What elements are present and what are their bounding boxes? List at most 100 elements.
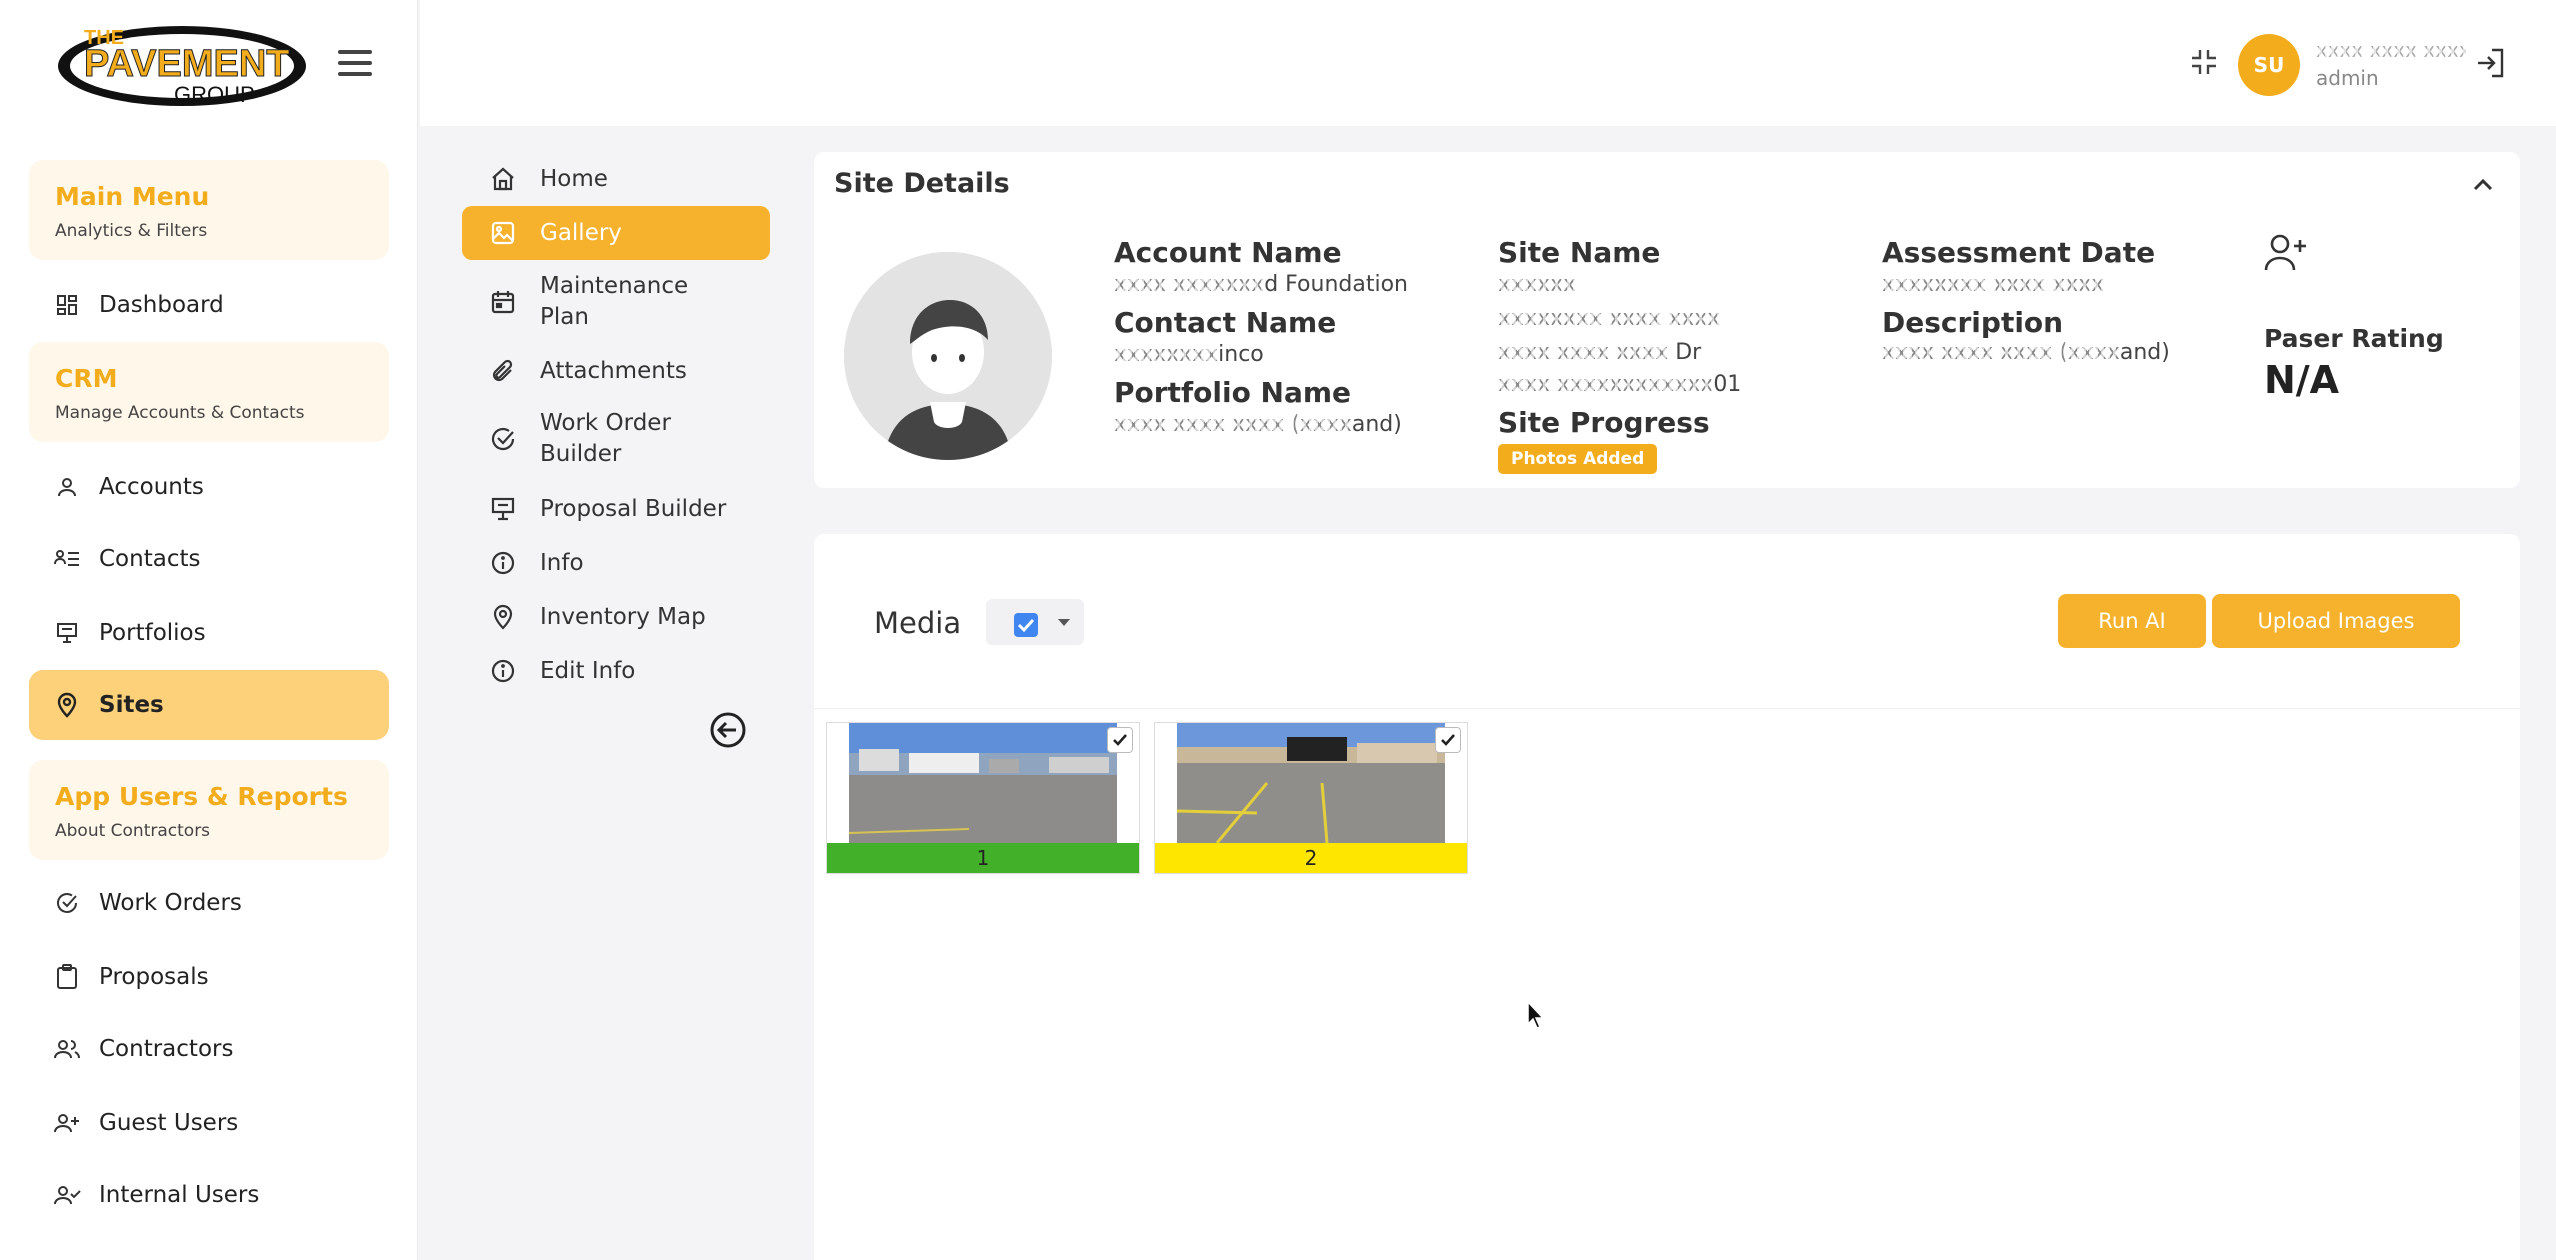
contact-name-value: xxxxxxxxinco bbox=[1114, 342, 1264, 367]
gallery-image-card[interactable]: 2 bbox=[1154, 722, 1468, 874]
submenu-item-label: Work Order Builder bbox=[540, 410, 671, 467]
sidebar-header: THE PAVEMENT GROUP bbox=[0, 0, 417, 126]
site-name-line: xxxxxxxx xxxx xxxx bbox=[1498, 306, 1721, 331]
section-main-menu: Main Menu Analytics & Filters bbox=[29, 160, 389, 260]
submenu-item-gallery[interactable]: Gallery bbox=[462, 206, 770, 260]
mouse-cursor-icon bbox=[1526, 1000, 1546, 1030]
section-app-users: App Users & Reports About Contractors bbox=[29, 760, 389, 860]
submenu-item-label: Edit Info bbox=[540, 657, 636, 684]
paperclip-icon bbox=[488, 356, 518, 386]
assessment-date-value: xxxxxxxx xxxx xxxx bbox=[1882, 272, 2105, 297]
submenu-item-maintenance-plan[interactable]: Maintenance Plan bbox=[462, 266, 770, 338]
gallery-image-card[interactable]: 1 bbox=[826, 722, 1140, 874]
value-suffix: and) bbox=[2119, 340, 2170, 365]
company-logo[interactable]: THE PAVEMENT GROUP bbox=[54, 14, 310, 112]
image-checkbox[interactable] bbox=[1107, 727, 1133, 753]
chevron-down-icon bbox=[1058, 619, 1070, 626]
description-label: Description bbox=[1882, 306, 2064, 339]
sidebar-item-portfolios[interactable]: Portfolios bbox=[29, 598, 389, 668]
run-ai-button[interactable]: Run AI bbox=[2058, 594, 2206, 648]
sidebar-item-guest-users[interactable]: Guest Users bbox=[29, 1088, 389, 1158]
sidebar-item-label: Dashboard bbox=[99, 292, 224, 318]
image-checkbox[interactable] bbox=[1435, 727, 1461, 753]
select-all-dropdown[interactable] bbox=[986, 599, 1084, 645]
select-all-checkbox[interactable] bbox=[1014, 613, 1038, 637]
value-suffix: inco bbox=[1218, 342, 1264, 367]
submenu-item-edit-info[interactable]: Edit Info bbox=[462, 644, 770, 698]
paser-rating-value: N/A bbox=[2264, 358, 2340, 402]
sidebar-item-sites[interactable]: Sites bbox=[29, 670, 389, 740]
sidebar-item-label: Proposals bbox=[99, 964, 209, 990]
avatar[interactable]: SU bbox=[2238, 34, 2300, 96]
submenu-item-attachments[interactable]: Attachments bbox=[462, 344, 770, 398]
value-suffix: Dr bbox=[1668, 340, 1702, 365]
account-name-value: xxxx xxxxxxxd Foundation bbox=[1114, 272, 1408, 297]
sidebar-item-label: Work Orders bbox=[99, 890, 242, 916]
redacted-text: xxxx xxxx xxxx bbox=[1498, 340, 1669, 365]
chevron-up-icon[interactable] bbox=[2468, 170, 2498, 200]
submenu-item-inventory-map[interactable]: Inventory Map bbox=[462, 590, 770, 644]
menu-toggle-icon[interactable] bbox=[338, 50, 372, 76]
card-title: Site Details bbox=[834, 168, 1010, 199]
section-title: Main Menu bbox=[55, 182, 210, 211]
sidebar-item-label: Sites bbox=[99, 692, 164, 718]
submenu-item-home[interactable]: Home bbox=[462, 154, 770, 204]
check-circle-icon bbox=[488, 424, 518, 454]
collapse-submenu-icon[interactable] bbox=[708, 710, 748, 750]
section-title: CRM bbox=[55, 364, 118, 393]
section-crm: CRM Manage Accounts & Contacts bbox=[29, 342, 389, 442]
site-avatar-image bbox=[844, 252, 1052, 460]
add-user-icon[interactable] bbox=[2262, 230, 2308, 276]
sidebar-item-label: Accounts bbox=[99, 474, 204, 500]
sidebar-item-accounts[interactable]: Accounts bbox=[29, 452, 389, 522]
redacted-text: xxxx xxxx xxxx (xxxx bbox=[1114, 412, 1352, 437]
divider bbox=[814, 708, 2520, 709]
value-suffix: d Foundation bbox=[1264, 272, 1408, 297]
sidebar-item-label: Contractors bbox=[99, 1036, 234, 1062]
parking-lot-photo bbox=[849, 723, 1117, 843]
sidebar-item-contacts[interactable]: Contacts bbox=[29, 524, 389, 594]
exit-fullscreen-icon[interactable] bbox=[2188, 46, 2220, 78]
sidebar-item-dashboard[interactable]: Dashboard bbox=[29, 270, 389, 340]
svg-text:GROUP: GROUP bbox=[174, 82, 255, 107]
sidebar-item-proposals[interactable]: Proposals bbox=[29, 942, 389, 1012]
site-details-card: Site Details Account Name xxxx xxxxxxxd … bbox=[814, 152, 2520, 488]
parking-lot-photo bbox=[1177, 723, 1445, 843]
sidebar-item-label: Portfolios bbox=[99, 620, 206, 646]
value-suffix: and) bbox=[1351, 412, 1402, 437]
submenu-item-work-order-builder[interactable]: Work Order Builder bbox=[462, 402, 770, 476]
site-progress-label: Site Progress bbox=[1498, 406, 1710, 439]
section-title: App Users & Reports bbox=[55, 782, 348, 811]
info-icon bbox=[488, 656, 518, 686]
status-badge: Photos Added bbox=[1498, 444, 1658, 474]
upload-images-button[interactable]: Upload Images bbox=[2212, 594, 2460, 648]
submenu-item-proposal-builder[interactable]: Proposal Builder bbox=[462, 482, 770, 536]
calendar-icon bbox=[488, 287, 518, 317]
site-name-line: xxxxxx bbox=[1498, 272, 1577, 297]
submenu-item-label: Attachments bbox=[540, 357, 687, 384]
user-role: admin bbox=[2316, 66, 2379, 90]
user-plus-icon bbox=[53, 1109, 81, 1137]
sidebar-item-contractors[interactable]: Contractors bbox=[29, 1014, 389, 1084]
paser-rating-label: Paser Rating bbox=[2264, 324, 2444, 353]
top-bar: SU xxxx xxxx xxxx admin bbox=[420, 0, 2556, 126]
image-icon bbox=[488, 218, 518, 248]
sidebar-item-internal-users[interactable]: Internal Users bbox=[29, 1160, 389, 1230]
presentation-icon bbox=[488, 494, 518, 524]
submenu-item-info[interactable]: Info bbox=[462, 536, 770, 590]
image-status-bar: 2 bbox=[1155, 843, 1467, 873]
location-pin-icon bbox=[53, 691, 81, 719]
logout-icon[interactable] bbox=[2474, 46, 2508, 80]
site-name-line: xxxx xxxxxxxxxxxx01 bbox=[1498, 372, 1741, 397]
section-subtitle: Analytics & Filters bbox=[55, 221, 208, 241]
section-subtitle: About Contractors bbox=[55, 821, 211, 841]
media-card: Media Run AI Upload Images 1 2 bbox=[814, 534, 2520, 1260]
redacted-text: xxxx xxxxxxx bbox=[1114, 272, 1265, 297]
sidebar-item-label: Contacts bbox=[99, 546, 201, 572]
svg-text:PAVEMENT: PAVEMENT bbox=[84, 43, 290, 85]
value-suffix: 01 bbox=[1713, 372, 1742, 397]
sidebar-item-work-orders[interactable]: Work Orders bbox=[29, 868, 389, 938]
portfolio-name-label: Portfolio Name bbox=[1114, 376, 1352, 409]
submenu-item-label: Maintenance Plan bbox=[540, 273, 689, 330]
submenu-item-label: Inventory Map bbox=[540, 603, 706, 630]
